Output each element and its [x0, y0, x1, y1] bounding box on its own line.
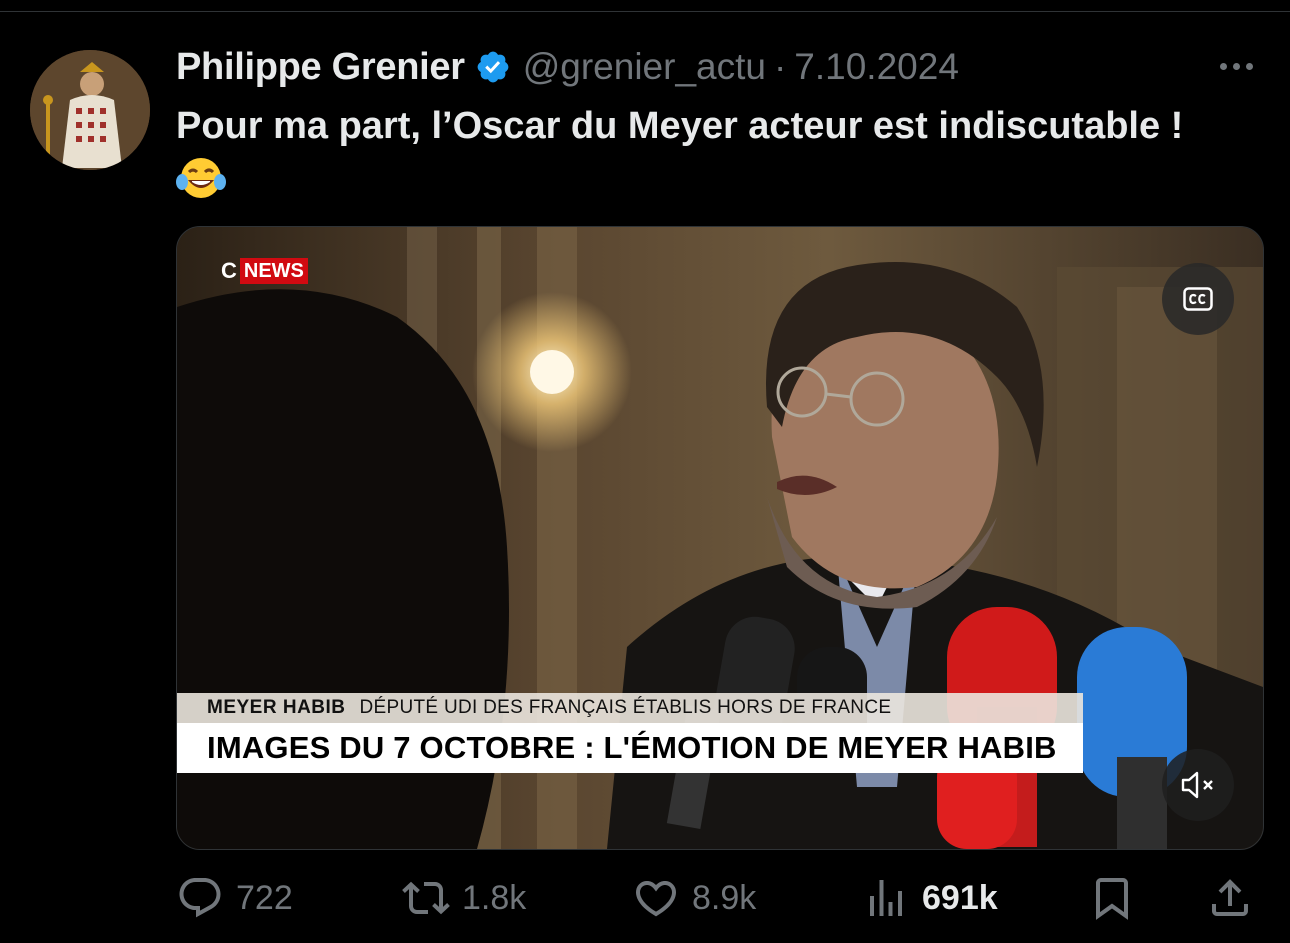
views-count: 691k	[922, 878, 998, 917]
closed-captions-button[interactable]	[1162, 263, 1234, 335]
like-count: 8.9k	[692, 878, 757, 917]
tweet-actions: 722 1.8k 8.9k 691k	[176, 868, 1266, 928]
share-icon	[1212, 879, 1248, 916]
bookmark-button[interactable]	[1088, 868, 1148, 928]
author-handle[interactable]: @grenier_actu	[523, 46, 766, 88]
like-button[interactable]: 8.9k	[632, 868, 756, 928]
avatar-image	[30, 50, 150, 170]
speaker-muted-icon	[1181, 771, 1213, 799]
reply-button[interactable]: 722	[176, 868, 293, 928]
lower-third-title: IMAGES DU 7 OCTOBRE : L'ÉMOTION DE MEYER…	[207, 730, 1057, 765]
unmute-button[interactable]	[1162, 749, 1234, 821]
cnews-logo-news: NEWS	[239, 258, 308, 284]
heart-icon	[635, 881, 677, 917]
share-button[interactable]	[1206, 868, 1266, 928]
reply-icon	[179, 878, 221, 918]
cnews-logo-c: C	[221, 258, 237, 283]
repost-button[interactable]: 1.8k	[402, 868, 526, 928]
lower-third-name-bar: MEYER HABIB DÉPUTÉ UDI DES FRANÇAIS ÉTAB…	[177, 693, 1083, 723]
face-with-tears-of-joy-icon	[176, 158, 226, 198]
repost-icon	[402, 881, 450, 915]
author-avatar[interactable]	[30, 50, 150, 170]
repost-count: 1.8k	[462, 878, 527, 917]
reply-count: 722	[236, 878, 293, 917]
cnews-logo: C NEWS	[221, 257, 308, 285]
tweet-date[interactable]: 7.10.2024	[794, 46, 959, 88]
verified-badge-icon[interactable]	[475, 49, 511, 85]
video-player[interactable]: C NEWS MEYER HABIB DÉPUTÉ UDI DES FRANÇA…	[176, 226, 1264, 850]
lower-third-title-bar: IMAGES DU 7 OCTOBRE : L'ÉMOTION DE MEYER…	[177, 723, 1083, 773]
views-button[interactable]: 691k	[862, 868, 998, 928]
author-name[interactable]: Philippe Grenier	[176, 46, 465, 89]
tweet-text-content: Pour ma part, l’Oscar du Meyer acteur es…	[176, 105, 1184, 147]
tweet-header: Philippe Grenier @grenier_actu · 7.10.20…	[176, 42, 959, 92]
lower-third-name: MEYER HABIB	[207, 697, 346, 718]
bookmark-icon	[1096, 878, 1128, 920]
tweet-text: Pour ma part, l’Oscar du Meyer acteur es…	[176, 98, 1236, 210]
top-divider	[0, 11, 1290, 12]
more-options-icon[interactable]	[1212, 48, 1260, 84]
header-separator: ·	[773, 46, 787, 87]
lower-third-role: DÉPUTÉ UDI DES FRANÇAIS ÉTABLIS HORS DE …	[359, 697, 892, 718]
views-chart-icon	[870, 880, 902, 916]
closed-captions-icon	[1183, 287, 1213, 311]
